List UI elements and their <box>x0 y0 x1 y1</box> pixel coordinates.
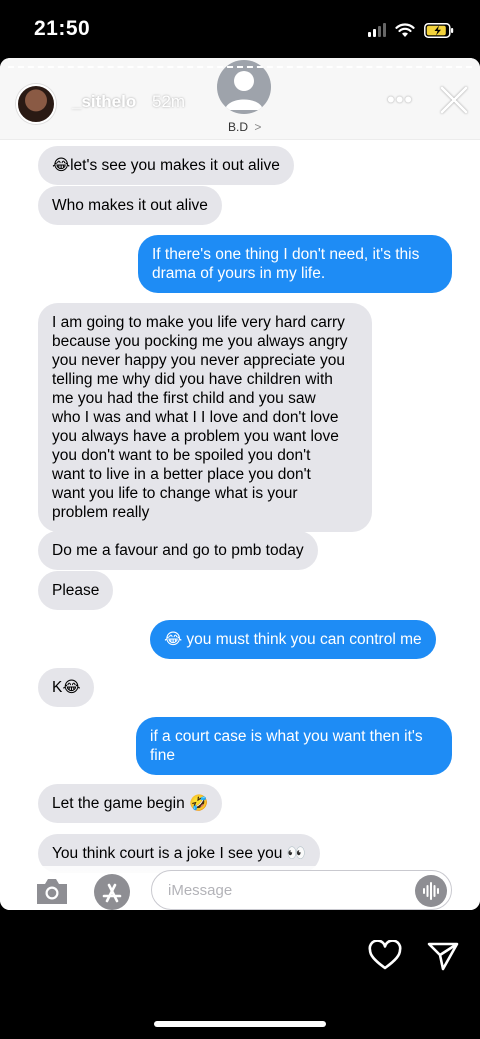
home-indicator[interactable] <box>154 1021 326 1027</box>
contact-avatar-icon[interactable] <box>217 60 271 114</box>
send-icon[interactable] <box>426 940 460 972</box>
message-text: Who makes it out alive <box>52 197 208 214</box>
conversation-header: _sithelo 52m B.D > ••• <box>0 58 480 140</box>
battery-icon <box>424 22 454 38</box>
message-composer: iMessage <box>0 866 480 910</box>
message-bubble-incoming[interactable]: Let the game begin 🤣 <box>38 784 223 823</box>
heart-icon[interactable] <box>368 940 402 972</box>
status-bar: 21:50 <box>0 0 480 58</box>
message-text: If there's one thing I don't need, it's … <box>152 246 420 282</box>
more-options-button[interactable]: ••• <box>387 88 423 112</box>
wifi-icon <box>395 22 415 37</box>
message-text: if a court case is what you want then it… <box>150 728 423 764</box>
story-card: _sithelo 52m B.D > ••• 😂let's see you ma… <box>0 58 480 910</box>
user-avatar[interactable] <box>16 84 56 124</box>
audio-waveform-icon[interactable] <box>415 875 447 907</box>
time-ago: 52m <box>152 92 186 111</box>
message-text: 😂 you must think you can control me <box>164 631 422 648</box>
chevron-right-icon: > <box>254 120 262 134</box>
imessage-input[interactable]: iMessage <box>151 870 452 910</box>
message-bubble-incoming[interactable]: K😂 <box>38 668 95 707</box>
message-text: You think court is a joke I see you 👀 <box>52 845 306 862</box>
message-text: I am going to make you life very hard ca… <box>52 314 348 521</box>
message-bubble-incoming[interactable]: Who makes it out alive <box>38 186 222 225</box>
message-bubble-outgoing[interactable]: if a court case is what you want then it… <box>136 717 452 775</box>
close-icon[interactable] <box>438 84 470 116</box>
message-text: Let the game begin 🤣 <box>52 795 209 812</box>
message-bubble-outgoing[interactable]: If there's one thing I don't need, it's … <box>138 235 452 293</box>
status-time: 21:50 <box>34 17 91 40</box>
message-bubble-incoming[interactable]: I am going to make you life very hard ca… <box>38 303 372 532</box>
appstore-icon[interactable] <box>93 873 131 911</box>
story-progress-bar <box>8 66 472 68</box>
username[interactable]: _sithelo <box>72 92 136 112</box>
contact-name[interactable]: B.D > <box>228 120 261 134</box>
signal-icon <box>368 23 386 37</box>
status-icons <box>368 20 454 40</box>
message-text: 😂let's see you makes it out alive <box>52 157 280 174</box>
message-text: K😂 <box>52 679 81 696</box>
camera-icon[interactable] <box>34 876 70 906</box>
message-bubble-incoming[interactable]: Please <box>38 571 114 610</box>
contact-name-label: B.D <box>228 120 249 134</box>
message-bubble-incoming[interactable]: 😂let's see you makes it out alive <box>38 146 294 185</box>
message-text: Do me a favour and go to pmb today <box>52 542 304 559</box>
message-text: Please <box>52 582 100 599</box>
message-bubble-incoming[interactable]: Do me a favour and go to pmb today <box>38 531 318 570</box>
input-placeholder: iMessage <box>168 882 233 899</box>
message-bubble-outgoing[interactable]: 😂 you must think you can control me <box>150 620 436 659</box>
